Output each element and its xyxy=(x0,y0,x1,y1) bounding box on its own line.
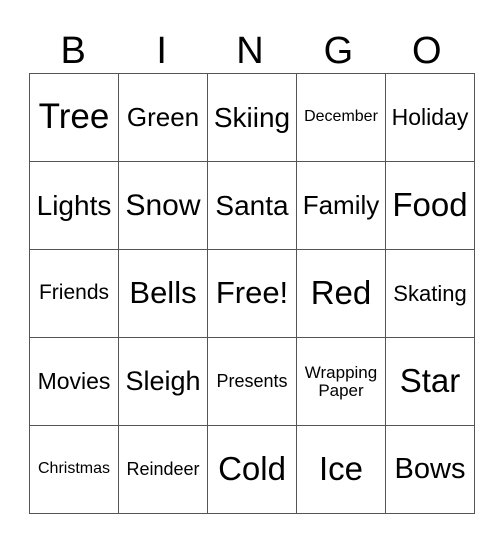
header-letter-g: G xyxy=(323,30,354,72)
bingo-cell: Skating xyxy=(385,249,475,338)
bingo-cell: Star xyxy=(385,337,475,426)
bingo-cell: Christmas xyxy=(29,425,119,514)
header-letter-i: I xyxy=(156,30,167,72)
bingo-cell: Tree xyxy=(29,73,119,162)
bingo-cell: Reindeer xyxy=(118,425,208,514)
bingo-cell: Bows xyxy=(385,425,475,514)
bingo-cell: Food xyxy=(385,161,475,250)
bingo-row: Lights Snow Santa Family Food xyxy=(29,161,475,250)
bingo-cell: Snow xyxy=(118,161,208,250)
bingo-cell: Red xyxy=(296,249,386,338)
bingo-cell: Sleigh xyxy=(118,337,208,426)
bingo-cell: Ice xyxy=(296,425,386,514)
bingo-cell: Green xyxy=(118,73,208,162)
bingo-cell: Holiday xyxy=(385,73,475,162)
bingo-row: Christmas Reindeer Cold Ice Bows xyxy=(29,425,475,514)
bingo-header: B I N G O xyxy=(29,30,471,72)
bingo-cell: Presents xyxy=(207,337,297,426)
bingo-row: Tree Green Skiing December Holiday xyxy=(29,73,475,162)
bingo-cell: Movies xyxy=(29,337,119,426)
bingo-cell: Friends xyxy=(29,249,119,338)
bingo-cell: Lights xyxy=(29,161,119,250)
bingo-cell: Bells xyxy=(118,249,208,338)
bingo-row: Friends Bells Free! Red Skating xyxy=(29,249,475,338)
bingo-cell: Free! xyxy=(207,249,297,338)
bingo-cell: Skiing xyxy=(207,73,297,162)
bingo-cell: Cold xyxy=(207,425,297,514)
bingo-row: Movies Sleigh Presents Wrapping Paper Star xyxy=(29,337,475,426)
bingo-cell: Family xyxy=(296,161,386,250)
bingo-cell: December xyxy=(296,73,386,162)
bingo-card-grid: Tree Green Skiing December Holiday Lights Snow… xyxy=(29,73,475,514)
header-letter-n: N xyxy=(236,30,264,72)
header-letter-o: O xyxy=(412,30,442,72)
bingo-cell: Santa xyxy=(207,161,297,250)
bingo-cell: Wrapping Paper xyxy=(296,337,386,426)
header-letter-b: B xyxy=(60,30,86,72)
